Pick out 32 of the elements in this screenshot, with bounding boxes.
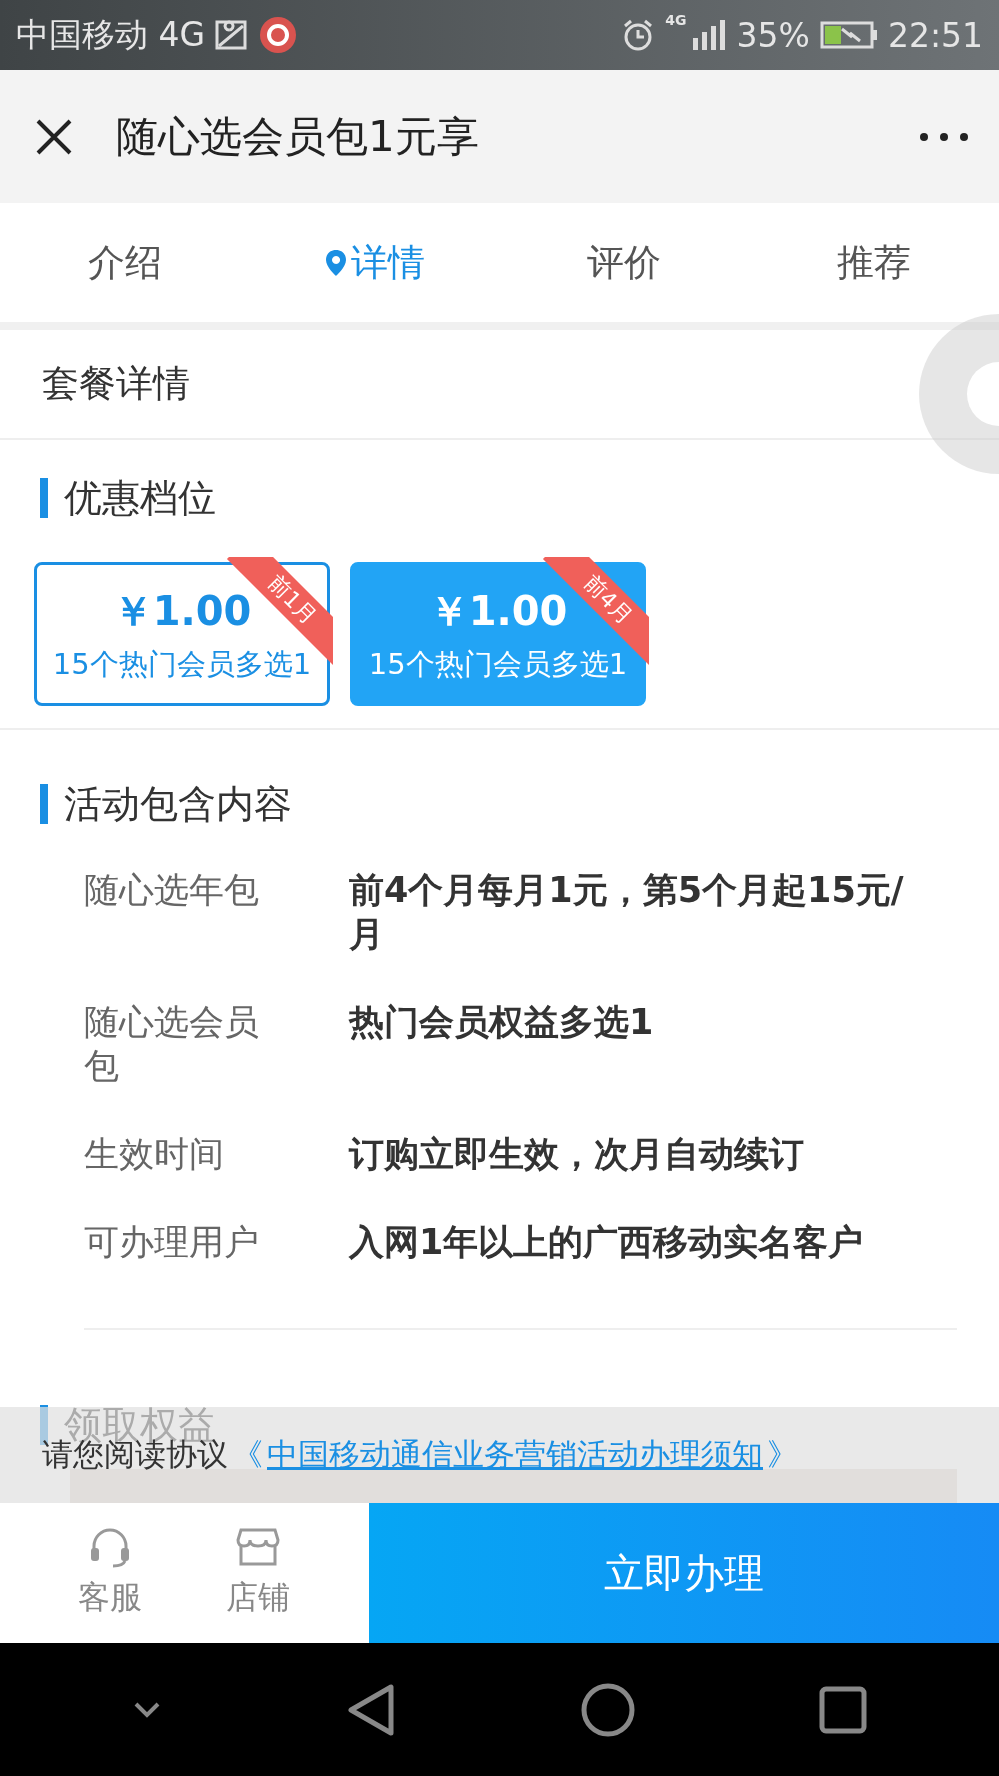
clock: 22:51 [887, 15, 983, 55]
detail-label: 可办理用户 [84, 1221, 260, 1264]
submit-button[interactable]: 立即办理 [369, 1503, 999, 1643]
detail-label: 生效时间 [84, 1133, 225, 1176]
tab[interactable]: 详情 [249, 203, 500, 322]
more-button[interactable] [919, 131, 969, 142]
more-icon [919, 131, 969, 142]
tab[interactable]: 介绍 [0, 203, 250, 322]
tab[interactable]: 评价 [499, 203, 750, 322]
detail-label: 随心选会员包 [84, 1001, 260, 1088]
location-pin-icon [324, 248, 347, 277]
page-title: 随心选会员包1元享 [116, 110, 479, 163]
detail-value: 入网1年以上的广西移动实名客户 [349, 1221, 865, 1264]
store-icon [235, 1526, 281, 1568]
tab[interactable]: 推荐 [749, 203, 999, 322]
detail-value: 前4个月每月1元，第5个月起15元/月 [349, 869, 905, 956]
battery-percent: 35% [736, 15, 810, 55]
carrier-label: 中国移动 4G [16, 13, 206, 56]
detail-label: 随心选年包 [84, 869, 260, 912]
signal-icon [690, 18, 727, 52]
home-icon[interactable] [580, 1682, 635, 1737]
detail-value: 订购立即生效，次月自动续订 [349, 1133, 805, 1176]
battery-icon [819, 21, 878, 49]
record-icon [259, 16, 298, 54]
section-heading: 优惠档位 [40, 478, 999, 518]
back-icon[interactable] [346, 1682, 397, 1737]
detail-value: 热门会员权益多选1 [349, 1001, 655, 1044]
network-label: 4G [665, 12, 687, 28]
section-title: 套餐详情 [42, 361, 190, 407]
section-heading: 活动包含内容 [40, 784, 999, 824]
recents-icon[interactable] [818, 1685, 867, 1734]
image-icon [215, 20, 250, 50]
